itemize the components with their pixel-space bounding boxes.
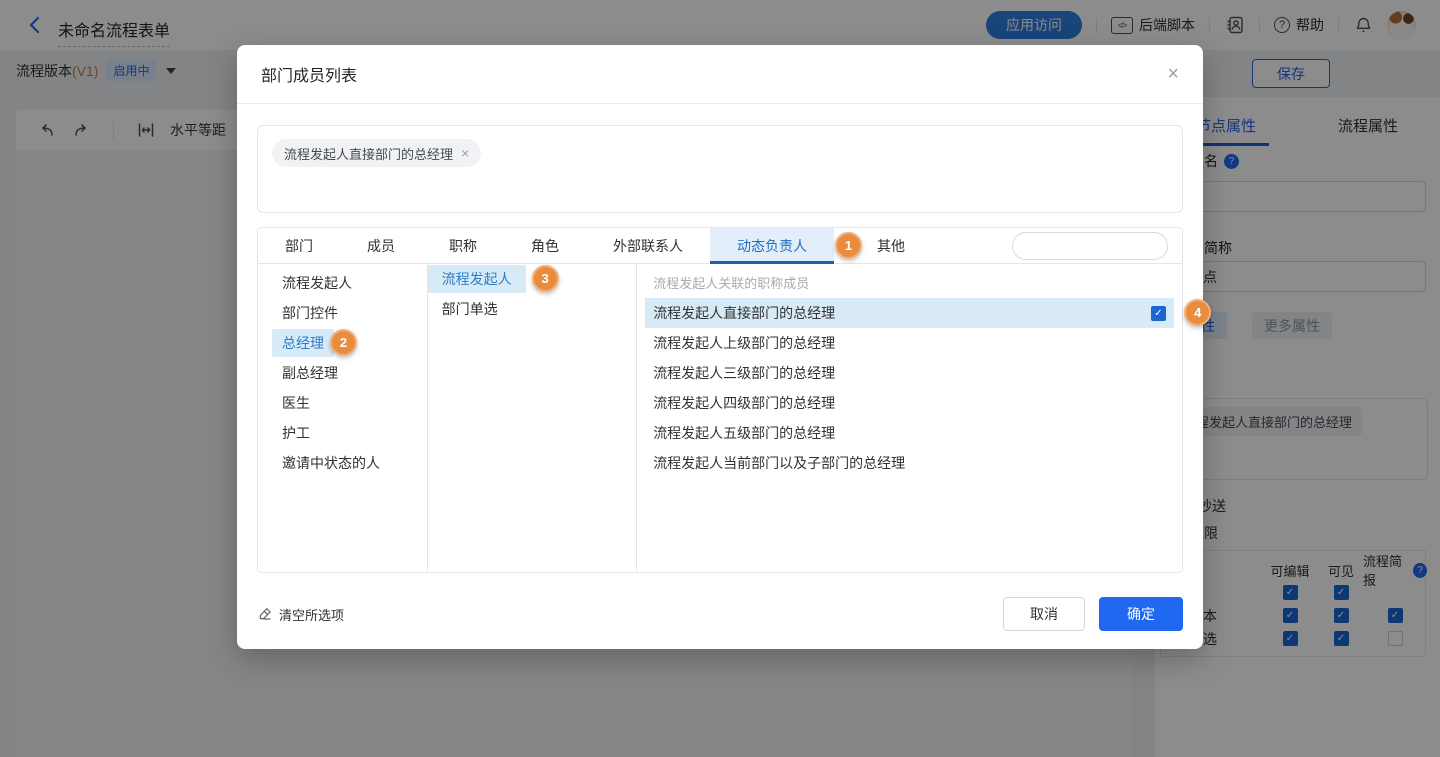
member-option-row[interactable]: 流程发起人四级部门的总经理 — [645, 388, 1174, 418]
selected-members-box[interactable]: 流程发起人直接部门的总经理 × — [257, 125, 1183, 213]
options-group-header: 流程发起人关联的职称成员 — [653, 276, 810, 291]
member-picker-modal: 部门成员列表 × 流程发起人直接部门的总经理 × 部门 成员 职称 角色 外部联… — [237, 45, 1212, 649]
list-item[interactable]: 部门控件 — [258, 298, 427, 328]
member-option-row[interactable]: 流程发起人上级部门的总经理 — [645, 328, 1174, 358]
source-field-column: 流程发起人 3 部门单选 — [427, 264, 638, 573]
picker-tab[interactable]: 部门 — [258, 228, 340, 263]
dynamic-owner-types-column: 流程发起人 部门控件 总经理 2 副总经理 医生 护工 邀请中状态的人 — [258, 264, 428, 573]
picker-tab[interactable]: 职称 — [422, 228, 504, 263]
picker-tab[interactable]: 成员 — [340, 228, 422, 263]
modal-footer: 清空所选项 取消 确定 — [257, 597, 1183, 631]
picker-tab[interactable]: 其他 — [850, 228, 932, 263]
picker-columns: 流程发起人 部门控件 总经理 2 副总经理 医生 护工 邀请中状态的人 流程发起… — [258, 264, 1212, 573]
confirm-button[interactable]: 确定 — [1099, 597, 1183, 631]
close-icon[interactable]: × — [1167, 64, 1179, 84]
step-badge: 4 — [1184, 299, 1212, 326]
picker-tabs: 部门 成员 职称 角色 外部联系人 动态负责人 1 其他 — [258, 228, 1199, 264]
list-item[interactable]: 部门单选 — [428, 294, 637, 324]
step-badge: 3 — [531, 265, 559, 292]
picker-tab[interactable]: 动态负责人 1 — [710, 228, 862, 264]
search-input[interactable] — [1023, 238, 1199, 254]
member-option-row[interactable]: 流程发起人直接部门的总经理 4 — [645, 298, 1212, 328]
member-picker: 部门 成员 职称 角色 外部联系人 动态负责人 1 其他 流程发起人 部门控件 … — [257, 227, 1212, 573]
list-item[interactable]: 流程发起人 3 — [427, 264, 637, 294]
clear-selection-button[interactable]: 清空所选项 — [257, 605, 344, 624]
member-options-column: 流程发起人关联的职称成员 流程发起人直接部门的总经理 4 流程发起人上级部门的总… — [637, 264, 1212, 573]
search-box[interactable] — [1012, 232, 1199, 260]
picker-tab[interactable]: 角色 — [504, 228, 586, 263]
list-item[interactable]: 护工 — [258, 418, 427, 448]
modal-header: 部门成员列表 × — [237, 45, 1203, 104]
step-badge: 2 — [330, 329, 357, 356]
list-item[interactable]: 医生 — [258, 388, 427, 418]
member-option-row[interactable]: 流程发起人五级部门的总经理 — [645, 418, 1174, 448]
member-option-row[interactable]: 流程发起人三级部门的总经理 — [645, 358, 1174, 388]
remove-tag-icon[interactable]: × — [461, 145, 469, 161]
selected-member-tag: 流程发起人直接部门的总经理 × — [272, 139, 482, 167]
modal-title: 部门成员列表 — [261, 68, 358, 85]
cancel-button[interactable]: 取消 — [1003, 597, 1085, 631]
list-item[interactable]: 副总经理 — [258, 358, 427, 388]
picker-tab[interactable]: 外部联系人 — [586, 228, 710, 263]
list-item[interactable]: 总经理 2 — [258, 328, 427, 358]
member-option-row[interactable]: 流程发起人当前部门以及子部门的总经理 — [645, 448, 1174, 478]
list-item[interactable]: 流程发起人 — [258, 268, 427, 298]
list-item[interactable]: 邀请中状态的人 — [258, 448, 427, 478]
eraser-icon — [259, 608, 271, 620]
step-badge: 1 — [835, 232, 862, 259]
member-checkbox[interactable] — [1151, 305, 1166, 321]
